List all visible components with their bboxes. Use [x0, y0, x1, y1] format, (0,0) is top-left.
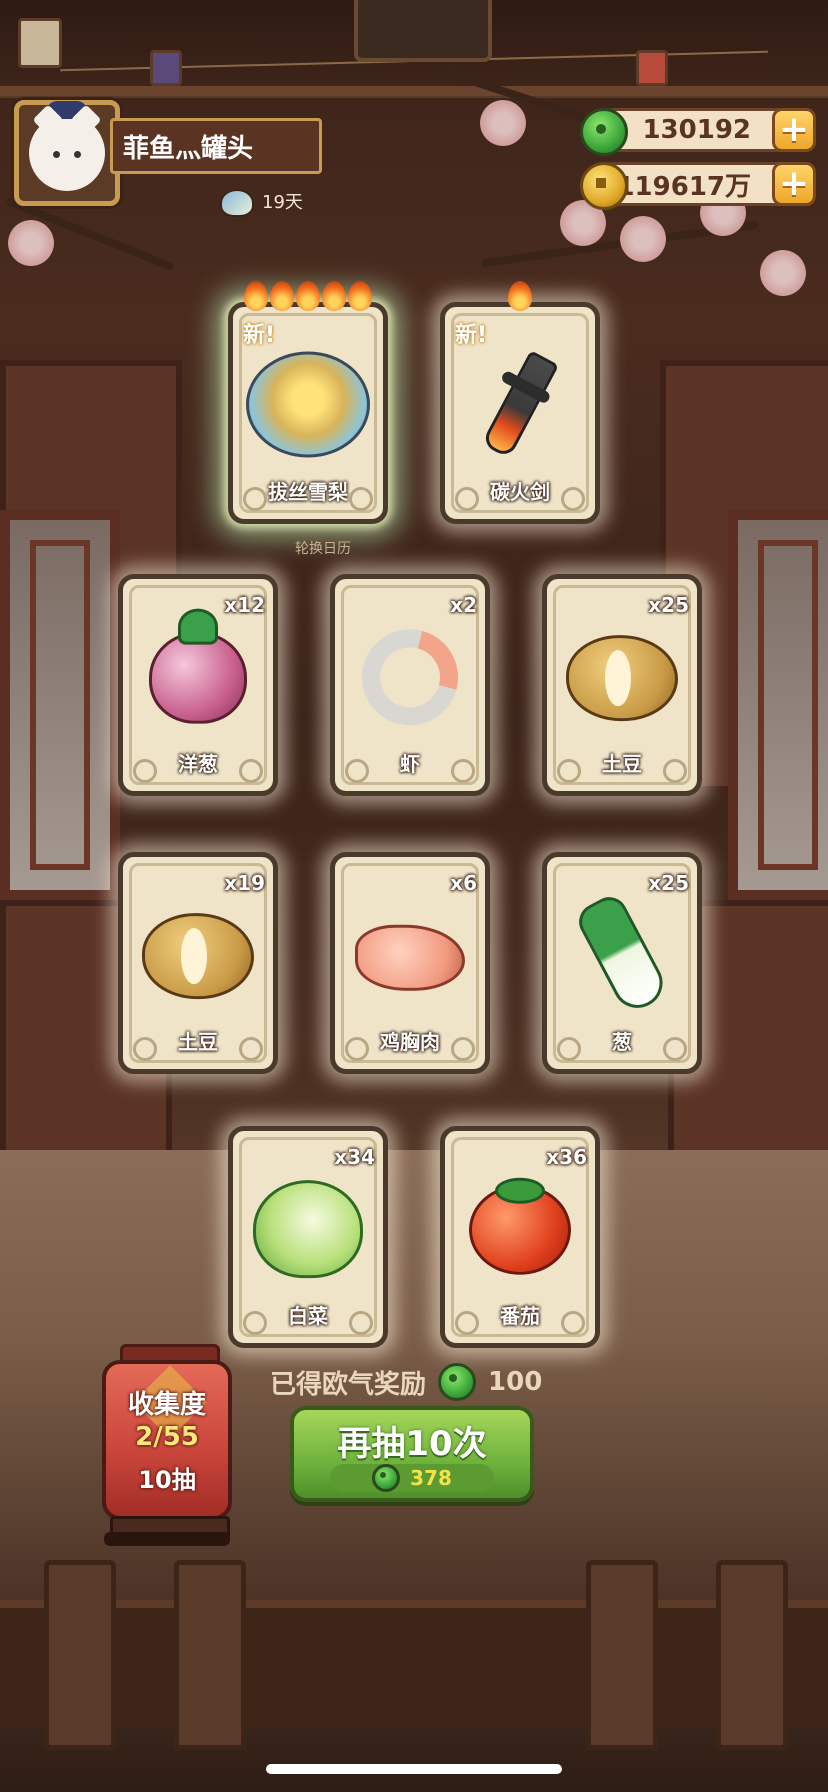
calendar-bowl-icon — [220, 189, 254, 217]
hanging-charm-red — [636, 50, 668, 86]
luck-reward-value: 100 — [488, 1367, 543, 1397]
napa-cabbage-icon — [253, 1180, 363, 1279]
counter-post — [586, 1560, 658, 1750]
flame-star-icon — [508, 281, 532, 311]
ceiling-beam — [0, 86, 828, 96]
star-rating — [233, 281, 383, 311]
card-featured-item[interactable]: 新! 碳火剑 — [440, 281, 600, 524]
jade-icon — [438, 1363, 477, 1401]
jade-amount: 130192 — [642, 115, 751, 145]
front-counter — [0, 1600, 828, 1728]
lantern-stand — [104, 1532, 230, 1546]
card-ingredient[interactable]: x6 鸡胸肉 — [330, 852, 490, 1074]
star-rating — [445, 281, 595, 311]
scallion-icon — [572, 890, 672, 1017]
card-count: x19 — [224, 871, 265, 895]
card-count: x36 — [546, 1145, 587, 1169]
luck-reward-label: 已得欧气奖励 — [270, 1369, 427, 1400]
card-ingredient[interactable]: x25 土豆 — [542, 574, 702, 796]
new-badge: 新! — [455, 323, 488, 348]
card-count: x25 — [648, 871, 689, 895]
lattice-window — [728, 510, 828, 900]
counter-post — [44, 1560, 116, 1750]
shrimp-icon — [344, 611, 476, 743]
collection-title: 收集度 — [127, 1390, 206, 1420]
onion-icon — [149, 608, 247, 724]
new-badge: 新! — [243, 323, 276, 348]
collection-progress: 2/55 — [135, 1422, 199, 1452]
flame-star-icon — [348, 281, 372, 311]
card-count: x2 — [450, 593, 477, 617]
card-ingredient[interactable]: x25 葱 — [542, 852, 702, 1074]
rotation-calendar-label[interactable]: 轮换日历 — [290, 538, 356, 558]
lattice-window — [0, 510, 120, 900]
dessert-feast-icon — [246, 351, 370, 458]
charcoal-sword-icon — [480, 350, 560, 459]
add-jade-button[interactable]: + — [772, 108, 816, 152]
login-days-value: 19天 — [262, 192, 303, 213]
flame-star-icon — [244, 281, 268, 311]
card-ingredient[interactable]: x2 虾 — [330, 574, 490, 796]
login-days: 19天 — [220, 188, 303, 218]
flame-star-icon — [270, 281, 294, 311]
draw-again-button[interactable]: 再抽10次 378 — [290, 1406, 534, 1502]
gold-amount: 119617万 — [616, 171, 751, 202]
hanging-paw-sign — [18, 18, 62, 68]
collection-lantern-button[interactable]: 收集度 2/55 10抽 — [102, 1360, 232, 1520]
cherry-blossom — [620, 216, 666, 262]
chicken-breast-icon — [355, 924, 465, 991]
cherry-blossom — [480, 100, 526, 146]
draw-cost: 378 — [330, 1464, 494, 1492]
counter-post — [174, 1560, 246, 1750]
card-ingredient[interactable]: x34 白菜 — [228, 1126, 388, 1348]
gold-coin-icon — [580, 162, 628, 210]
jade-icon — [580, 108, 628, 156]
player-avatar-frame[interactable] — [14, 100, 120, 206]
luck-reward-line: 已得欧气奖励 100 — [270, 1362, 542, 1402]
draw-cost-value: 378 — [410, 1466, 452, 1490]
tomato-icon — [469, 1177, 571, 1275]
potato-icon — [566, 635, 678, 722]
cherry-blossom — [8, 220, 54, 266]
draw-again-label: 再抽10次 — [337, 1424, 487, 1464]
card-ingredient[interactable]: x19 土豆 — [118, 852, 278, 1074]
card-count: x12 — [224, 593, 265, 617]
flame-star-icon — [322, 281, 346, 311]
collection-draws: 10抽 — [138, 1466, 196, 1494]
potato-icon — [142, 913, 254, 1000]
card-count: x34 — [334, 1145, 375, 1169]
cherry-blossom — [760, 250, 806, 296]
hanging-charm — [150, 50, 182, 86]
card-count: x25 — [648, 593, 689, 617]
player-name: 菲鱼灬罐头 — [110, 118, 322, 174]
card-count: x6 — [450, 871, 477, 895]
flame-star-icon — [296, 281, 320, 311]
card-ingredient[interactable]: x36 番茄 — [440, 1126, 600, 1348]
card-ingredient[interactable]: x12 洋葱 — [118, 574, 278, 796]
counter-post — [716, 1560, 788, 1750]
add-gold-button[interactable]: + — [772, 162, 816, 206]
home-indicator[interactable] — [266, 1764, 562, 1774]
jade-icon — [372, 1464, 401, 1492]
top-portrait-frame — [354, 0, 492, 62]
card-featured-dish[interactable]: 新! 拔丝雪梨 — [228, 281, 388, 524]
avatar — [29, 101, 105, 191]
